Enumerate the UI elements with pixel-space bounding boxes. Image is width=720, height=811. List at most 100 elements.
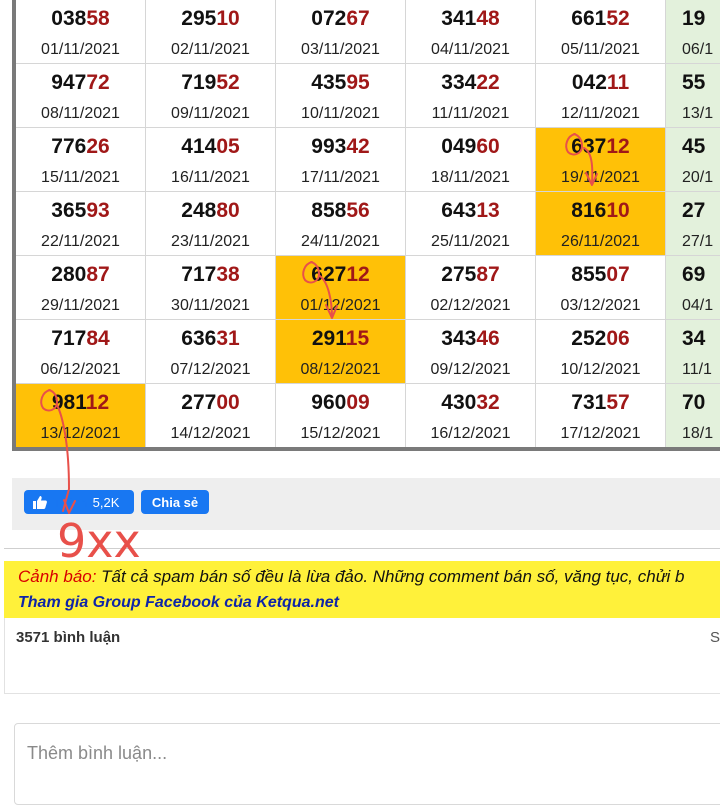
- result-number-tail: 10: [216, 7, 240, 30]
- result-cell: 66152 05/11/2021: [536, 0, 665, 63]
- result-date: 17/12/2021: [560, 425, 641, 442]
- result-number: 85856: [276, 199, 405, 223]
- result-date: 13/12/2021: [40, 425, 121, 442]
- results-row: 71784 06/12/2021 63631 07/12/2021 29115 08/12…: [16, 319, 720, 383]
- result-cell: 69 04/1: [666, 256, 720, 319]
- result-cell: 99342 17/11/2021: [276, 128, 405, 191]
- result-number-tail: 32: [476, 391, 500, 414]
- result-date: 25/11/2021: [431, 233, 510, 250]
- result-cell: 36593 22/11/2021: [16, 192, 145, 255]
- result-number: 63712: [536, 135, 665, 159]
- result-cell-highlighted: 29115 08/12/2021: [276, 320, 405, 383]
- result-cell: 29510 02/11/2021: [146, 0, 275, 63]
- result-number-head: 414: [181, 135, 217, 158]
- facebook-share-button[interactable]: Chia sẻ: [141, 490, 209, 514]
- result-number: 04960: [406, 135, 535, 159]
- result-cell: 34 11/1: [666, 320, 720, 383]
- result-cell: 77626 15/11/2021: [16, 128, 145, 191]
- result-number: 94772: [16, 71, 145, 95]
- like-label: Thích: [53, 494, 88, 510]
- thumbs-up-icon: [33, 496, 47, 509]
- result-number-head: 34: [682, 327, 706, 350]
- result-date: 16/12/2021: [430, 425, 511, 442]
- results-table: 03858 01/11/2021 29510 02/11/2021 07267 03/11…: [12, 0, 720, 451]
- result-number-head: 855: [571, 263, 607, 286]
- result-cell-highlighted: 98112 13/12/2021: [16, 384, 145, 447]
- result-number-tail: 13: [476, 199, 500, 222]
- result-date: 09/11/2021: [171, 105, 250, 122]
- result-number: 36593: [16, 199, 145, 223]
- result-number-head: 627: [311, 263, 347, 286]
- result-date: 19/11/2021: [561, 169, 640, 186]
- result-number-head: 072: [311, 7, 347, 30]
- result-number: 99342: [276, 135, 405, 159]
- result-number-head: 643: [441, 199, 477, 222]
- facebook-like-button[interactable]: Thích 5,2K: [24, 490, 134, 514]
- result-date: 17/11/2021: [301, 169, 380, 186]
- result-cell: 94772 08/11/2021: [16, 64, 145, 127]
- warning-label: Cảnh báo:: [18, 567, 97, 586]
- result-number: 27700: [146, 391, 275, 415]
- result-number-head: 049: [441, 135, 477, 158]
- result-number-head: 27: [682, 199, 706, 222]
- result-number-tail: 12: [85, 391, 110, 414]
- result-number: 27587: [406, 263, 535, 287]
- result-date: 01/12/2021: [300, 297, 381, 314]
- result-cell: 34346 09/12/2021: [406, 320, 535, 383]
- result-number: 41405: [146, 135, 275, 159]
- result-number-tail: 93: [86, 199, 110, 222]
- result-date: 14/12/2021: [170, 425, 251, 442]
- result-number-head: 717: [51, 327, 87, 350]
- result-number: 29510: [146, 7, 275, 31]
- sort-dropdown[interactable]: S: [710, 629, 720, 646]
- result-number-tail: 31: [216, 327, 240, 350]
- result-number-head: 947: [51, 71, 87, 94]
- facebook-group-link[interactable]: Tham gia Group Facebook của Ketqua.net: [18, 592, 720, 614]
- result-date: 30/11/2021: [171, 297, 250, 314]
- result-number-head: 731: [571, 391, 607, 414]
- result-number-tail: 07: [606, 263, 630, 286]
- result-number-tail: 38: [216, 263, 240, 286]
- result-number: 85507: [536, 263, 665, 287]
- result-number-head: 343: [441, 327, 477, 350]
- result-number: 64313: [406, 199, 535, 223]
- result-cell: 43032 16/12/2021: [406, 384, 535, 447]
- result-cell: 33422 11/11/2021: [406, 64, 535, 127]
- result-number: 71952: [146, 71, 275, 95]
- result-number-head: 981: [51, 391, 86, 414]
- result-number-tail: 52: [606, 7, 630, 30]
- result-date: 20/1: [682, 169, 714, 186]
- result-number: 98112: [16, 391, 145, 415]
- result-date: 02/12/2021: [430, 297, 511, 314]
- result-date: 07/12/2021: [170, 361, 251, 378]
- result-cell: 71784 06/12/2021: [16, 320, 145, 383]
- results-row: 36593 22/11/2021 24880 23/11/2021 85856 24/11…: [16, 191, 720, 255]
- result-number-tail: 10: [606, 199, 630, 222]
- result-number-head: 816: [571, 199, 607, 222]
- result-number-tail: 87: [86, 263, 110, 286]
- comment-box: [14, 723, 720, 805]
- results-row: 94772 08/11/2021 71952 09/11/2021 43595 10/11…: [16, 63, 720, 127]
- result-number-tail: 22: [476, 71, 500, 94]
- result-number-head: 960: [311, 391, 347, 414]
- result-cell: 27 27/1: [666, 192, 720, 255]
- result-number-tail: 95: [346, 71, 370, 94]
- result-date: 08/11/2021: [41, 105, 120, 122]
- result-date: 27/1: [682, 233, 714, 250]
- comment-input[interactable]: [27, 738, 707, 768]
- result-cell: 85856 24/11/2021: [276, 192, 405, 255]
- result-number-tail: 46: [476, 327, 500, 350]
- result-cell: 34148 04/11/2021: [406, 0, 535, 63]
- share-bar: Thích 5,2K Chia sẻ: [12, 478, 720, 530]
- result-cell: 85507 03/12/2021: [536, 256, 665, 319]
- result-number-tail: 12: [606, 135, 630, 158]
- result-number: 29115: [276, 327, 405, 351]
- result-number-head: 275: [441, 263, 477, 286]
- result-number-head: 69: [682, 263, 706, 286]
- result-number-tail: 84: [86, 327, 110, 350]
- result-date: 10/11/2021: [301, 105, 380, 122]
- result-date: 06/12/2021: [40, 361, 121, 378]
- result-cell: 25206 10/12/2021: [536, 320, 665, 383]
- result-date: 26/11/2021: [561, 233, 640, 250]
- result-date: 24/11/2021: [301, 233, 380, 250]
